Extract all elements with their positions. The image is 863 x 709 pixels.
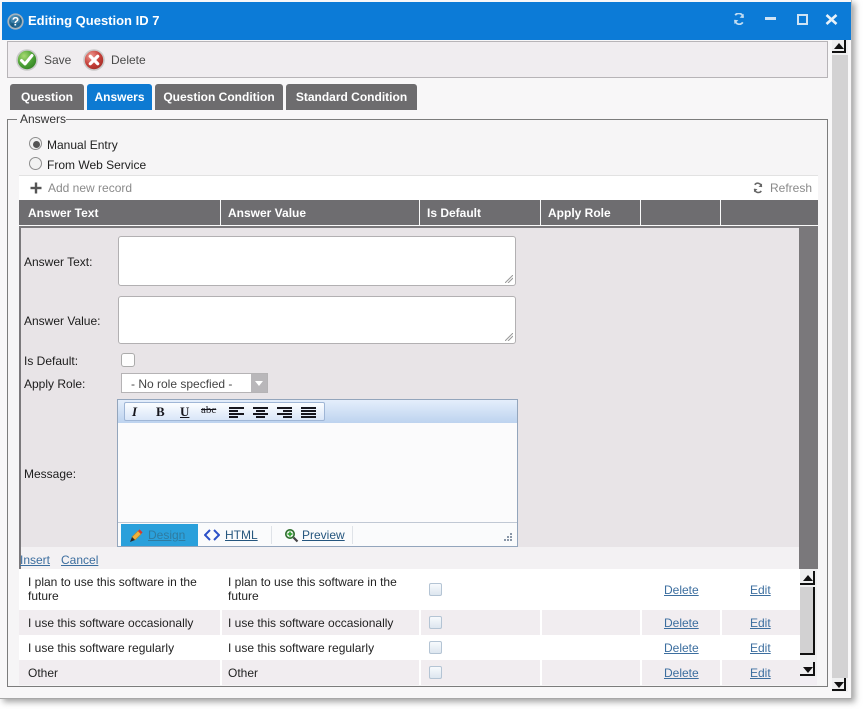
svg-text:?: ? xyxy=(12,15,19,29)
